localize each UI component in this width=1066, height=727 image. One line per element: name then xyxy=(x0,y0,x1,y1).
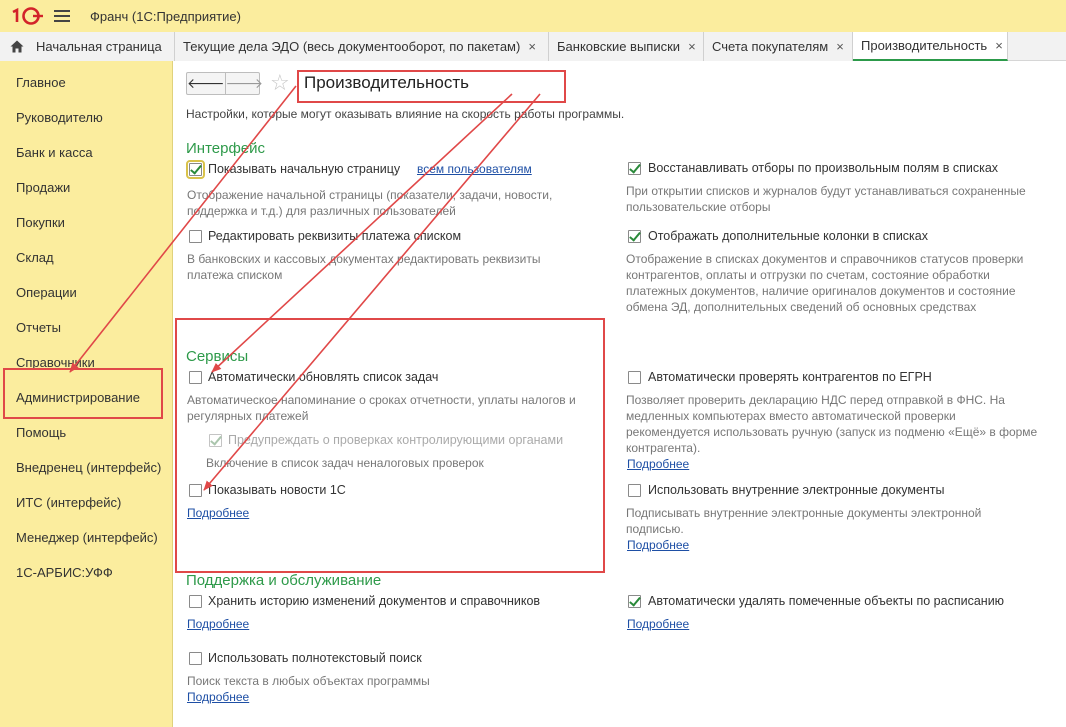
edit-payment-checkbox[interactable] xyxy=(189,230,202,243)
check-egrn-checkbox[interactable] xyxy=(628,371,641,384)
check-egrn-label[interactable]: Автоматически проверять контрагентов по … xyxy=(648,370,932,384)
internal-docs-checkbox[interactable] xyxy=(628,484,641,497)
sidebar-item-operations[interactable]: Операции xyxy=(16,285,77,300)
history-label[interactable]: Хранить историю изменений документов и с… xyxy=(208,594,540,608)
restore-filters-label[interactable]: Восстанавливать отборы по произвольным п… xyxy=(648,161,998,175)
section-support-heading: Поддержка и обслуживание xyxy=(186,572,382,589)
sidebar-item-main[interactable]: Главное xyxy=(16,75,66,90)
auto-delete-checkbox[interactable] xyxy=(628,595,641,608)
auto-delete-details-link[interactable]: Подробнее xyxy=(627,617,689,631)
close-icon[interactable]: × xyxy=(528,39,536,54)
fulltext-details-link[interactable]: Подробнее xyxy=(187,690,249,704)
tab-bank-statements[interactable]: Банковские выписки × xyxy=(549,32,704,61)
sidebar-item-manager[interactable]: Руководителю xyxy=(16,110,103,125)
sidebar-item-reports[interactable]: Отчеты xyxy=(16,320,61,335)
back-button[interactable]: 🡐 xyxy=(187,73,225,94)
restore-filters-checkbox[interactable] xyxy=(628,162,641,175)
sidebar-item-help[interactable]: Помощь xyxy=(16,425,66,440)
sidebar-item-purchases[interactable]: Покупки xyxy=(16,215,65,230)
page-description: Настройки, которые могут оказывать влиян… xyxy=(186,107,625,121)
show-home-label[interactable]: Показывать начальную страницу xyxy=(208,162,400,176)
auto-delete-label[interactable]: Автоматически удалять помеченные объекты… xyxy=(648,594,1004,608)
check-egrn-hint: Позволяет проверить декларацию НДС перед… xyxy=(626,393,1038,455)
fulltext-hint: Поиск текста в любых объектах программы xyxy=(187,674,430,688)
fulltext-label[interactable]: Использовать полнотекстовый поиск xyxy=(208,651,422,665)
sidebar-item-warehouse[interactable]: Склад xyxy=(16,250,54,265)
annotation-box-title xyxy=(297,70,566,103)
fulltext-checkbox[interactable] xyxy=(189,652,202,665)
edit-payment-label[interactable]: Редактировать реквизиты платежа списком xyxy=(208,229,461,243)
close-icon[interactable]: × xyxy=(836,39,844,54)
restore-filters-hint: При открытии списков и журналов будут ус… xyxy=(626,184,1026,214)
annotation-box-administration xyxy=(3,368,163,419)
extra-columns-label[interactable]: Отображать дополнительные колонки в спис… xyxy=(648,229,928,243)
tab-bar: Начальная страница Текущие дела ЭДО (вес… xyxy=(0,32,1066,61)
home-icon xyxy=(10,40,24,53)
tab-label: Текущие дела ЭДО (весь документооборот, … xyxy=(183,39,521,54)
internal-docs-label[interactable]: Использовать внутренние электронные доку… xyxy=(648,483,944,497)
annotation-box-services xyxy=(175,318,605,573)
section-interface-heading: Интерфейс xyxy=(186,140,266,157)
sidebar-item-bank[interactable]: Банк и касса xyxy=(16,145,93,160)
close-icon[interactable]: × xyxy=(995,38,1003,53)
tab-performance[interactable]: Производительность × xyxy=(853,32,1008,61)
tab-label: Банковские выписки xyxy=(557,39,681,54)
tab-label: Производительность xyxy=(861,38,988,53)
nav-buttons: 🡐 🡒 xyxy=(186,72,263,95)
1c-logo-icon[interactable] xyxy=(10,7,44,25)
tab-edo[interactable]: Текущие дела ЭДО (весь документооборот, … xyxy=(175,32,549,61)
title-bar: Франч (1С:Предприятие) xyxy=(0,0,1066,32)
extra-columns-hint: Отображение в списках документов и справ… xyxy=(626,252,1024,314)
history-details-link[interactable]: Подробнее xyxy=(187,617,249,631)
tab-label: Начальная страница xyxy=(36,39,162,54)
edit-payment-hint: В банковских и кассовых документах редак… xyxy=(187,252,541,282)
sidebar-item-its[interactable]: ИТС (интерфейс) xyxy=(16,495,121,510)
close-icon[interactable]: × xyxy=(688,39,696,54)
sidebar-item-manager-interface[interactable]: Менеджер (интерфейс) xyxy=(16,530,158,545)
favorite-star-icon[interactable]: ☆ xyxy=(270,70,290,96)
main-menu-icon[interactable] xyxy=(54,10,70,22)
sidebar-item-arbis[interactable]: 1С-АРБИС:УФФ xyxy=(16,565,113,580)
tab-label: Счета покупателям xyxy=(712,39,829,54)
sidebar-item-sales[interactable]: Продажи xyxy=(16,180,70,195)
tab-home[interactable]: Начальная страница xyxy=(0,32,175,61)
show-home-hint: Отображение начальной страницы (показате… xyxy=(187,188,553,218)
show-home-checkbox[interactable] xyxy=(186,160,205,179)
sidebar-item-implementer[interactable]: Внедренец (интерфейс) xyxy=(16,460,161,475)
forward-button[interactable]: 🡒 xyxy=(224,73,263,94)
extra-columns-checkbox[interactable] xyxy=(628,230,641,243)
check-egrn-details-link[interactable]: Подробнее xyxy=(627,457,689,471)
internal-docs-details-link[interactable]: Подробнее xyxy=(627,538,689,552)
app-title: Франч (1С:Предприятие) xyxy=(90,8,241,24)
tab-invoices[interactable]: Счета покупателям × xyxy=(704,32,853,61)
history-checkbox[interactable] xyxy=(189,595,202,608)
internal-docs-hint: Подписывать внутренние электронные докум… xyxy=(626,506,982,536)
all-users-link[interactable]: всем пользователям xyxy=(417,162,532,176)
